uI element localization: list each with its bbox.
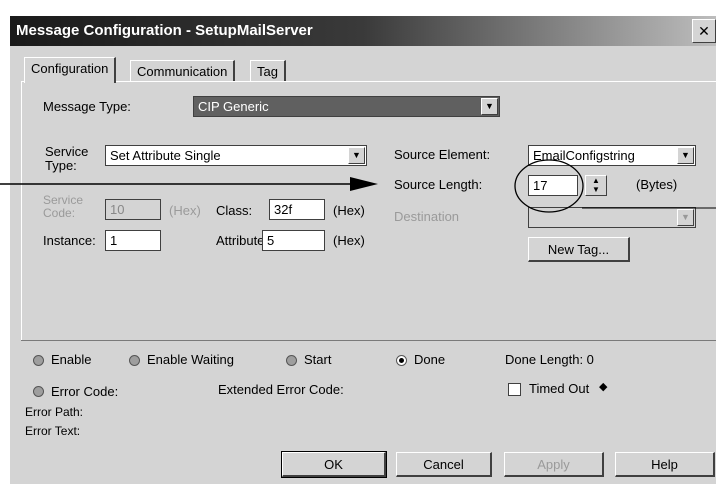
close-icon: ✕ <box>698 23 710 39</box>
instance-label: Instance: <box>43 233 96 248</box>
start-label: Start <box>304 352 332 367</box>
enable-waiting-label: Enable Waiting <box>147 352 234 367</box>
timed-out-checkbox <box>508 383 521 396</box>
attribute-input[interactable]: 5 <box>262 230 325 251</box>
error-code-label: Error Code: <box>51 384 119 399</box>
done-indicator <box>396 355 407 366</box>
enable-indicator <box>33 355 44 366</box>
attribute-label: Attribute: <box>216 233 269 248</box>
attribute-unit: (Hex) <box>333 233 365 248</box>
chevron-down-icon[interactable]: ▼ <box>481 98 498 115</box>
extended-error-code-label: Extended Error Code: <box>218 382 344 397</box>
error-path-label: Error Path: <box>25 405 84 419</box>
instance-input[interactable]: 1 <box>105 230 161 251</box>
tab-configuration[interactable]: Configuration <box>24 57 117 83</box>
callout-arrow-head <box>350 177 378 191</box>
close-button[interactable]: ✕ <box>692 19 716 43</box>
apply-button[interactable]: Apply <box>504 452 604 477</box>
ok-button[interactable]: OK <box>281 451 387 478</box>
enable-waiting-indicator <box>129 355 140 366</box>
pointer-arrow-icon: ◆ <box>599 381 608 393</box>
done-label: Done <box>414 352 446 367</box>
cancel-button[interactable]: Cancel <box>396 452 492 477</box>
error-code-indicator <box>33 386 44 397</box>
tab-communication[interactable]: Communication <box>130 60 236 83</box>
status-separator <box>21 340 716 341</box>
enable-label: Enable <box>51 352 92 367</box>
tab-tag[interactable]: Tag <box>250 60 286 83</box>
callout-overlay <box>0 159 716 213</box>
callout-circle <box>514 159 584 213</box>
message-type-label: Message Type: <box>43 99 131 114</box>
timed-out-label: Timed Out <box>529 381 590 396</box>
new-tag-button[interactable]: New Tag... <box>528 237 630 262</box>
window-title: Message Configuration - SetupMailServer <box>16 22 313 39</box>
done-length: Done Length: 0 <box>505 352 594 367</box>
message-type-select[interactable]: CIP Generic ▼ <box>193 96 500 117</box>
start-indicator <box>286 355 297 366</box>
help-button[interactable]: Help <box>615 452 715 477</box>
message-type-value: CIP Generic <box>198 99 269 114</box>
error-text-label: Error Text: <box>25 424 81 438</box>
